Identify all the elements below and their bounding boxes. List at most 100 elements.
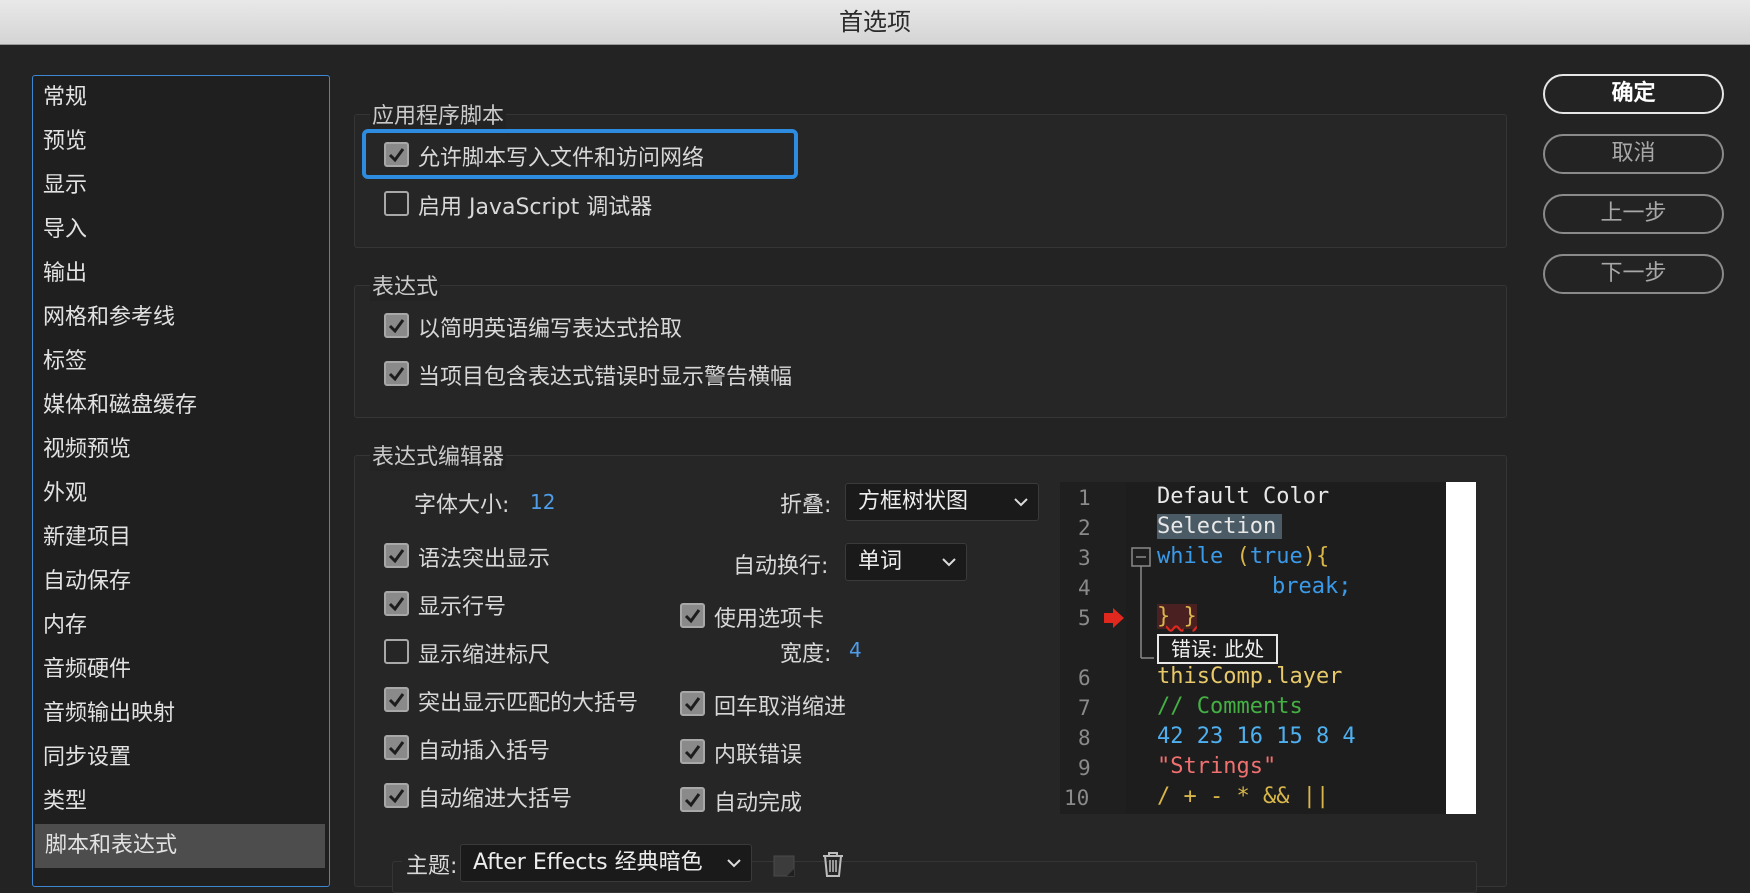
sidebar-item-display[interactable]: 显示	[33, 164, 325, 208]
code-line-break: break;	[1272, 574, 1352, 599]
line-number: 3	[1078, 546, 1091, 570]
pick-whip-english-label: 以简明英语编写表达式拾取	[418, 317, 683, 342]
inline-errors-checkbox[interactable]	[680, 739, 705, 764]
preview-scrollbar[interactable]	[1446, 482, 1476, 814]
sidebar-item-general[interactable]: 常规	[33, 76, 325, 120]
enter-unindent-checkbox[interactable]	[680, 691, 705, 716]
word-wrap-dropdown[interactable]: 单词	[845, 543, 967, 581]
auto-indent-label: 自动缩进大括号	[418, 787, 573, 812]
sidebar-item-audio-output-mapping[interactable]: 音频输出映射	[33, 692, 325, 736]
line-number-gutter	[1060, 482, 1126, 814]
checkmark-icon	[388, 693, 405, 708]
chevron-down-icon	[727, 859, 741, 868]
auto-brackets-checkbox[interactable]	[384, 735, 409, 760]
code-line-while: while (true){	[1157, 544, 1329, 569]
autocomplete-label: 自动完成	[714, 791, 803, 816]
next-button[interactable]: 下一步	[1543, 254, 1724, 294]
paren-token: (	[1223, 544, 1250, 569]
checkmark-icon	[388, 319, 405, 334]
auto-brackets-label: 自动插入括号	[418, 739, 551, 764]
sidebar-item-auto-save[interactable]: 自动保存	[33, 560, 325, 604]
match-brackets-label: 突出显示匹配的大括号	[418, 691, 639, 716]
line-numbers-label: 显示行号	[418, 595, 507, 620]
keyword-token: while	[1157, 544, 1224, 569]
theme-label: 主题:	[402, 848, 462, 880]
line-number: 5	[1078, 606, 1091, 630]
line-numbers-checkbox[interactable]	[384, 591, 409, 616]
tab-width-value[interactable]: 4	[849, 638, 862, 662]
sidebar-item-scripting-expressions[interactable]: 脚本和表达式	[35, 824, 325, 868]
allow-scripts-checkbox[interactable]	[384, 142, 409, 167]
auto-indent-checkbox[interactable]	[384, 783, 409, 808]
sidebar-item-sync-settings[interactable]: 同步设置	[33, 736, 325, 780]
previous-button[interactable]: 上一步	[1543, 194, 1724, 234]
expressions-title: 表达式	[370, 269, 441, 301]
line-number: 4	[1078, 576, 1091, 600]
checkmark-icon	[388, 741, 405, 756]
match-brackets-checkbox[interactable]	[384, 687, 409, 712]
code-line-numbers: 42 23 16 15 8 4	[1157, 724, 1356, 749]
fold-collapse-icon[interactable]	[1130, 546, 1154, 666]
code-line-comment: // Comments	[1157, 694, 1303, 719]
font-size-value[interactable]: 12	[530, 490, 555, 514]
sidebar-item-import[interactable]: 导入	[33, 208, 325, 252]
expression-editor-title: 表达式编辑器	[370, 439, 507, 471]
checkmark-icon	[388, 367, 405, 382]
autocomplete-checkbox[interactable]	[680, 787, 705, 812]
checkmark-icon	[684, 609, 701, 624]
checkmark-icon	[684, 745, 701, 760]
warn-banner-checkbox[interactable]	[384, 361, 409, 386]
chevron-down-icon	[942, 558, 956, 567]
checkmark-icon	[684, 793, 701, 808]
allow-scripts-label: 允许脚本写入文件和访问网络	[418, 146, 705, 171]
theme-dropdown[interactable]: After Effects 经典暗色	[460, 844, 752, 882]
code-line-default: Default Color	[1157, 484, 1330, 509]
line-number: 10	[1064, 786, 1090, 810]
indent-guides-checkbox[interactable]	[384, 639, 409, 664]
sidebar-item-labels[interactable]: 标签	[33, 340, 325, 384]
code-line-error: } }	[1157, 604, 1197, 629]
checkmark-icon	[388, 148, 405, 163]
js-debugger-checkbox[interactable]	[384, 191, 409, 216]
ok-button[interactable]: 确定	[1543, 74, 1724, 114]
sidebar-item-grids-guides[interactable]: 网格和参考线	[33, 296, 325, 340]
code-line-thiscomp: thisComp.layer	[1157, 664, 1343, 689]
fold-style-dropdown[interactable]: 方框树状图	[845, 483, 1039, 521]
syntax-highlight-checkbox[interactable]	[384, 543, 409, 568]
trash-icon[interactable]	[820, 850, 846, 878]
new-theme-icon[interactable]	[770, 852, 798, 878]
pick-whip-english-checkbox[interactable]	[384, 313, 409, 338]
sidebar-item-new-project[interactable]: 新建项目	[33, 516, 325, 560]
theme-value: After Effects 经典暗色	[473, 850, 703, 875]
preferences-category-list[interactable]: 常规 预览 显示 导入 输出 网格和参考线 标签 媒体和磁盘缓存 视频预览 外观…	[32, 75, 330, 887]
enter-unindent-label: 回车取消缩进	[714, 695, 847, 720]
use-tabs-label: 使用选项卡	[714, 607, 825, 632]
code-line-string: "Strings"	[1157, 754, 1277, 779]
sidebar-item-audio-hardware[interactable]: 音频硬件	[33, 648, 325, 692]
sidebar-item-output[interactable]: 输出	[33, 252, 325, 296]
line-number: 7	[1078, 696, 1091, 720]
cancel-button[interactable]: 取消	[1543, 134, 1724, 174]
code-preview: 1 2 3 4 5 6 7 8 9 10 Default Color Selec…	[1060, 482, 1476, 814]
use-tabs-checkbox[interactable]	[680, 603, 705, 628]
paren-token: ){	[1302, 544, 1330, 569]
font-size-label: 字体大小:	[414, 493, 510, 518]
fold-style-value: 方框树状图	[858, 489, 969, 514]
js-debugger-label: 启用 JavaScript 调试器	[418, 195, 653, 220]
sidebar-item-memory[interactable]: 内存	[33, 604, 325, 648]
line-number: 6	[1078, 666, 1091, 690]
sidebar-item-preview[interactable]: 预览	[33, 120, 325, 164]
word-wrap-label: 自动换行:	[733, 554, 829, 579]
line-number: 2	[1078, 516, 1091, 540]
sidebar-item-media-cache[interactable]: 媒体和磁盘缓存	[33, 384, 325, 428]
sidebar-item-type[interactable]: 类型	[33, 780, 325, 824]
warn-banner-label: 当项目包含表达式错误时显示警告横幅	[418, 365, 793, 390]
sidebar-item-appearance[interactable]: 外观	[33, 472, 325, 516]
checkmark-icon	[388, 549, 405, 564]
chevron-down-icon	[1014, 498, 1028, 507]
line-number: 8	[1078, 726, 1091, 750]
checkmark-icon	[684, 697, 701, 712]
keyword-token: true	[1249, 544, 1303, 569]
sidebar-item-video-preview[interactable]: 视频预览	[33, 428, 325, 472]
code-line-operators: / + - * && ||	[1157, 784, 1330, 809]
